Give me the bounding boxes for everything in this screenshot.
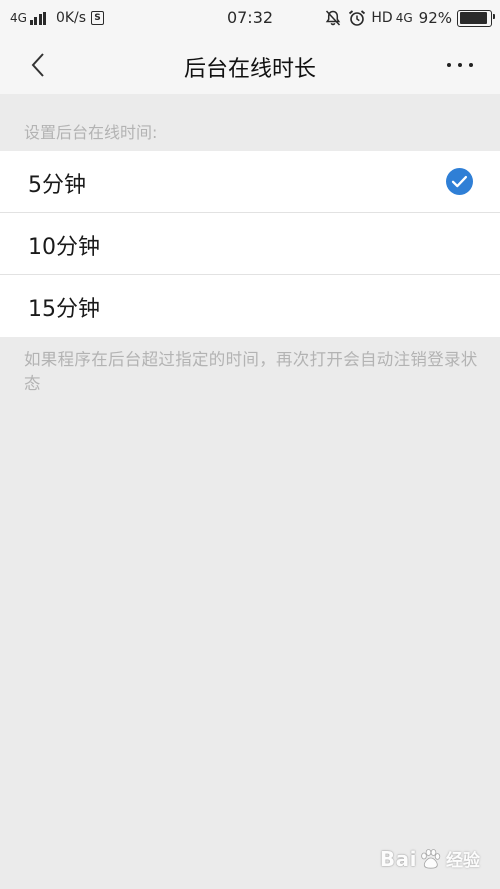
option-label: 15分钟 (28, 297, 100, 322)
option-label: 10分钟 (28, 235, 100, 260)
watermark-brand-right: 经验 (446, 851, 480, 871)
option-label: 5分钟 (28, 173, 86, 198)
navigation-bar: 后台在线时长 (0, 36, 500, 94)
page-title: 后台在线时长 (183, 57, 316, 82)
section-label: 设置后台在线时间: (24, 123, 158, 142)
bell-off-icon (326, 10, 341, 26)
status-bar: 4G 0K/s S 07:32 HD 4G 92% (0, 0, 500, 36)
more-options-button[interactable] (442, 50, 478, 80)
more-dots-icon (447, 63, 473, 67)
battery-icon (457, 9, 495, 27)
option-5-minutes[interactable]: 5分钟 (0, 151, 500, 213)
duration-options-list: 5分钟 10分钟 15分钟 (0, 151, 500, 337)
checkmark-selected-icon (446, 168, 473, 195)
option-10-minutes[interactable]: 10分钟 (0, 213, 500, 275)
watermark-brand-left: Bai (379, 846, 417, 871)
paw-icon (421, 848, 441, 869)
footnote-text: 如果程序在后台超过指定的时间，再次打开会自动注销登录状态 (24, 350, 478, 393)
battery-percent: 92% (418, 9, 452, 27)
status-right: HD 4G 92% (324, 8, 495, 28)
option-15-minutes[interactable]: 15分钟 (0, 275, 500, 337)
alarm-clock-icon (349, 10, 366, 26)
baidu-watermark: Bai 经验 (379, 846, 480, 872)
network-type-right: 4G (395, 11, 413, 25)
hd-label: HD (371, 10, 393, 26)
battery-level-fill (459, 12, 488, 24)
